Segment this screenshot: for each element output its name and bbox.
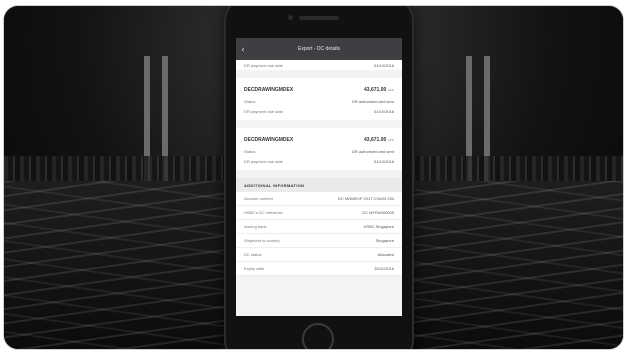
row-label: Account number — [244, 196, 274, 201]
additional-info-list: Account number DC MNMEXP 2017 CSA09 234 H… — [236, 192, 402, 276]
row-label: DR payment due date — [244, 158, 283, 164]
nav-title: Export - DC details — [298, 46, 340, 52]
row-value: 01/10/2016 — [373, 158, 394, 164]
row-label: DR payment due date — [244, 62, 283, 68]
info-row: Account number DC MNMEXP 2017 CSA09 234 — [236, 192, 402, 206]
top-due-date-row: DR payment due date 01/10/2016 — [236, 60, 402, 70]
row-value: 30/11/2016 — [374, 266, 394, 271]
row-label: Status — [244, 98, 256, 104]
row-label: HSBC's DC reference — [244, 210, 283, 215]
row-value: DR authorised and sent — [351, 98, 394, 104]
phone-screen: ‹ Export - DC details DR payment due dat… — [236, 38, 402, 316]
row-value: Allocated — [377, 252, 394, 257]
row-label: Issuing bank — [244, 224, 267, 229]
row-value: DC MNMEXP 2017 CSA09 234 — [338, 196, 394, 201]
drawing-header: DECDRAWINGMDEX 43,671.00 HKD — [236, 134, 402, 146]
info-row: DC status Allocated — [236, 248, 402, 262]
drawing-reference: DECDRAWINGMDEX — [244, 137, 294, 143]
video-frame: ‹ Export - DC details DR payment due dat… — [4, 6, 623, 349]
row-value: DR authorised and sent — [351, 148, 394, 154]
phone-device: ‹ Export - DC details DR payment due dat… — [226, 6, 412, 349]
row-value: Singapore — [375, 238, 394, 243]
drawing-card[interactable]: DECDRAWINGMDEX 43,671.00 HKD Status DR a… — [236, 78, 402, 120]
status-row: Status DR authorised and sent — [236, 146, 402, 156]
due-date-row: DR payment due date 01/10/2016 — [236, 106, 402, 116]
additional-info-heading: ADDITIONAL INFORMATION — [236, 178, 402, 192]
chevron-left-icon[interactable]: ‹ — [236, 44, 250, 54]
row-label: Expiry date — [244, 266, 265, 271]
row-label: DR payment due date — [244, 108, 283, 114]
camera-icon — [288, 15, 293, 20]
row-label: DC status — [244, 252, 262, 257]
row-value: DC MYRA000005 — [362, 210, 394, 215]
info-row: Shipment to country Singapore — [236, 234, 402, 248]
nav-bar: ‹ Export - DC details — [236, 38, 402, 60]
info-row: Issuing bank HSBC Singapore — [236, 220, 402, 234]
speaker-grille — [299, 16, 339, 20]
row-value: 01/10/2016 — [373, 62, 394, 68]
drawing-amount: 43,671.00 HKD — [364, 87, 394, 93]
row-label: Shipment to country — [244, 238, 280, 243]
row-value: 01/10/2016 — [373, 108, 394, 114]
drawing-reference: DECDRAWINGMDEX — [244, 87, 294, 93]
row-label: Status — [244, 148, 256, 154]
info-row: Expiry date 30/11/2016 — [236, 262, 402, 276]
home-button[interactable] — [302, 323, 334, 349]
info-row: HSBC's DC reference DC MYRA000005 — [236, 206, 402, 220]
due-date-row: DR payment due date 01/10/2016 — [236, 156, 402, 166]
row-value: HSBC Singapore — [363, 224, 394, 229]
drawing-amount: 43,671.00 HKD — [364, 137, 394, 143]
drawing-header: DECDRAWINGMDEX 43,671.00 HKD — [236, 84, 402, 96]
status-row: Status DR authorised and sent — [236, 96, 402, 106]
drawing-card[interactable]: DECDRAWINGMDEX 43,671.00 HKD Status DR a… — [236, 128, 402, 170]
